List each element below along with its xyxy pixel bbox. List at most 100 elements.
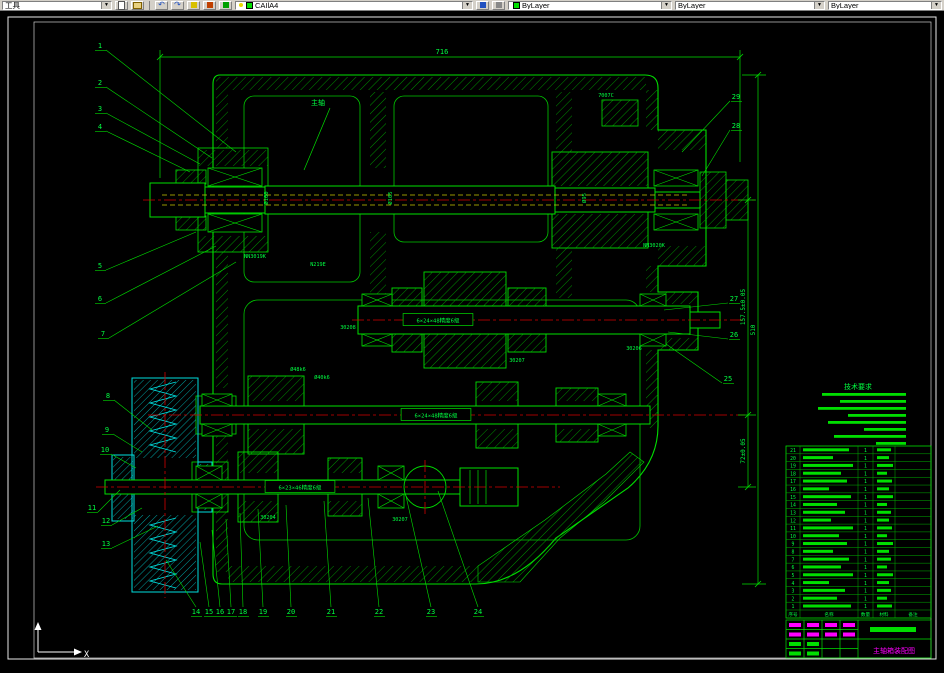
drawing-shape	[328, 501, 362, 516]
layer-on-bulb-icon	[239, 3, 243, 7]
regen-button[interactable]	[219, 0, 232, 10]
drawing-shape	[552, 152, 648, 186]
bom-material-bar	[877, 534, 887, 538]
color-swatch-icon	[513, 1, 520, 9]
layer-combo[interactable]: CAIlA4 ▼	[235, 0, 473, 10]
open-file-button[interactable]	[131, 0, 144, 10]
bom-material-bar	[877, 502, 887, 506]
bom-name-bar	[803, 518, 831, 522]
spline-spec-text: 6×24×48精度6级	[415, 412, 458, 420]
chevron-down-icon: ▼	[462, 1, 472, 9]
bom-material-bar	[877, 573, 893, 577]
titleblock-green-cell	[789, 651, 801, 656]
chevron-down-icon: ▼	[814, 1, 824, 9]
drawing-shape	[248, 429, 304, 454]
color-combo[interactable]: ByLayer ▼	[508, 0, 672, 10]
leader-line	[199, 541, 210, 608]
make-current-icon	[495, 2, 502, 8]
title-block-title: 主轴箱装配图	[873, 646, 915, 655]
bom-material-bar	[877, 487, 889, 491]
callout-27: 27	[730, 295, 738, 303]
bom-qty: 1	[864, 487, 867, 493]
layer-color-swatch-icon	[246, 1, 253, 9]
bom-qty: 1	[864, 456, 867, 462]
drawing-canvas[interactable]: 157.5±0.05 72±0.05 510 Ø100 Ø105 Ø95 1 2 3 4 5 6 7 8 9…	[0, 11, 944, 673]
workspace-combo[interactable]: 工具 ▼	[2, 0, 112, 10]
bom-qty: 1	[864, 471, 867, 477]
sectioned-part	[175, 169, 207, 185]
housing-wall-hatch	[646, 266, 658, 292]
toolbar: 工具 ▼ ↶ ↷ CAIlA4 ▼ ByLayer ▼ ByLayer ▼ By…	[0, 0, 944, 11]
note-line-bar	[818, 407, 906, 410]
bom-seq: 6	[792, 565, 795, 571]
callout-8: 8	[106, 392, 110, 400]
bom-qty: 1	[864, 581, 867, 587]
bom-material-bar	[877, 596, 887, 600]
bom-qty: 1	[864, 589, 867, 595]
bom-material-bar	[877, 604, 892, 608]
pan-button[interactable]	[187, 0, 200, 10]
leader-line	[257, 508, 264, 608]
drawing-shape	[476, 429, 518, 448]
callout-17: 17	[227, 608, 235, 616]
leader-line	[323, 500, 332, 608]
workspace-label: 工具	[5, 0, 20, 10]
part-label: NN3019K	[244, 254, 267, 260]
layer-previous-button[interactable]	[476, 0, 489, 10]
drawing-shape	[328, 458, 362, 473]
bom-material-bar	[877, 557, 891, 561]
callout-15: 15	[205, 608, 213, 616]
bom-header: 数量	[861, 611, 871, 618]
callout-18: 18	[239, 608, 247, 616]
housing-wall-hatch	[216, 252, 228, 388]
bom-header: 备注	[908, 611, 918, 618]
part-label: Ø48k6	[290, 366, 306, 373]
bom-name-bar	[803, 596, 837, 600]
bom-header: 名称	[824, 611, 834, 618]
technical-notes-heading: 技术要求	[844, 382, 872, 391]
callout-16: 16	[216, 608, 224, 616]
bom-qty: 1	[864, 479, 867, 485]
linetype-value: ByLayer	[678, 0, 706, 10]
note-line-bar	[876, 442, 906, 445]
callout-29: 29	[732, 93, 740, 101]
make-layer-current-button[interactable]	[492, 0, 505, 10]
housing-wall-hatch	[646, 90, 658, 130]
part-label: 7007C	[598, 93, 614, 99]
part-label: 30207	[392, 517, 408, 523]
housing-wall-hatch	[658, 130, 706, 150]
callout-4: 4	[98, 123, 102, 131]
bom-material-bar	[877, 510, 891, 514]
bom-material-bar	[877, 526, 892, 530]
zoom-button[interactable]	[203, 0, 216, 10]
bom-material-bar	[877, 471, 887, 475]
redo-icon: ↷	[174, 0, 181, 9]
bom-material-bar	[877, 549, 889, 553]
dim-text: 157.5±0.05	[740, 289, 747, 326]
document-icon	[118, 0, 125, 10]
linetype-combo[interactable]: ByLayer ▼	[675, 0, 825, 10]
housing-wall-hatch	[216, 90, 228, 148]
bom-seq: 5	[792, 573, 795, 579]
bom-seq: 12	[790, 518, 796, 524]
lineweight-value: ByLayer	[831, 0, 859, 10]
bom-qty: 1	[864, 557, 867, 563]
regen-icon	[222, 2, 229, 8]
lineweight-combo[interactable]: ByLayer ▼	[828, 0, 942, 10]
callout-9: 9	[105, 426, 109, 434]
bom-name-bar	[803, 526, 853, 530]
bom-material-bar	[877, 448, 891, 452]
diameter-dim: Ø95	[581, 193, 588, 203]
titleblock-magenta-cell	[825, 632, 837, 637]
housing-wall-hatch	[556, 248, 572, 298]
chevron-down-icon: ▼	[101, 1, 111, 9]
bom-name-bar	[803, 448, 849, 452]
note-line-bar	[828, 421, 906, 424]
housing-wall-hatch	[198, 150, 268, 166]
undo-button[interactable]: ↶	[155, 0, 168, 10]
redo-button[interactable]: ↷	[171, 0, 184, 10]
layer-previous-icon	[479, 2, 486, 8]
callout-26: 26	[730, 331, 738, 339]
bom-qty: 1	[864, 534, 867, 540]
new-file-button[interactable]	[115, 0, 128, 10]
